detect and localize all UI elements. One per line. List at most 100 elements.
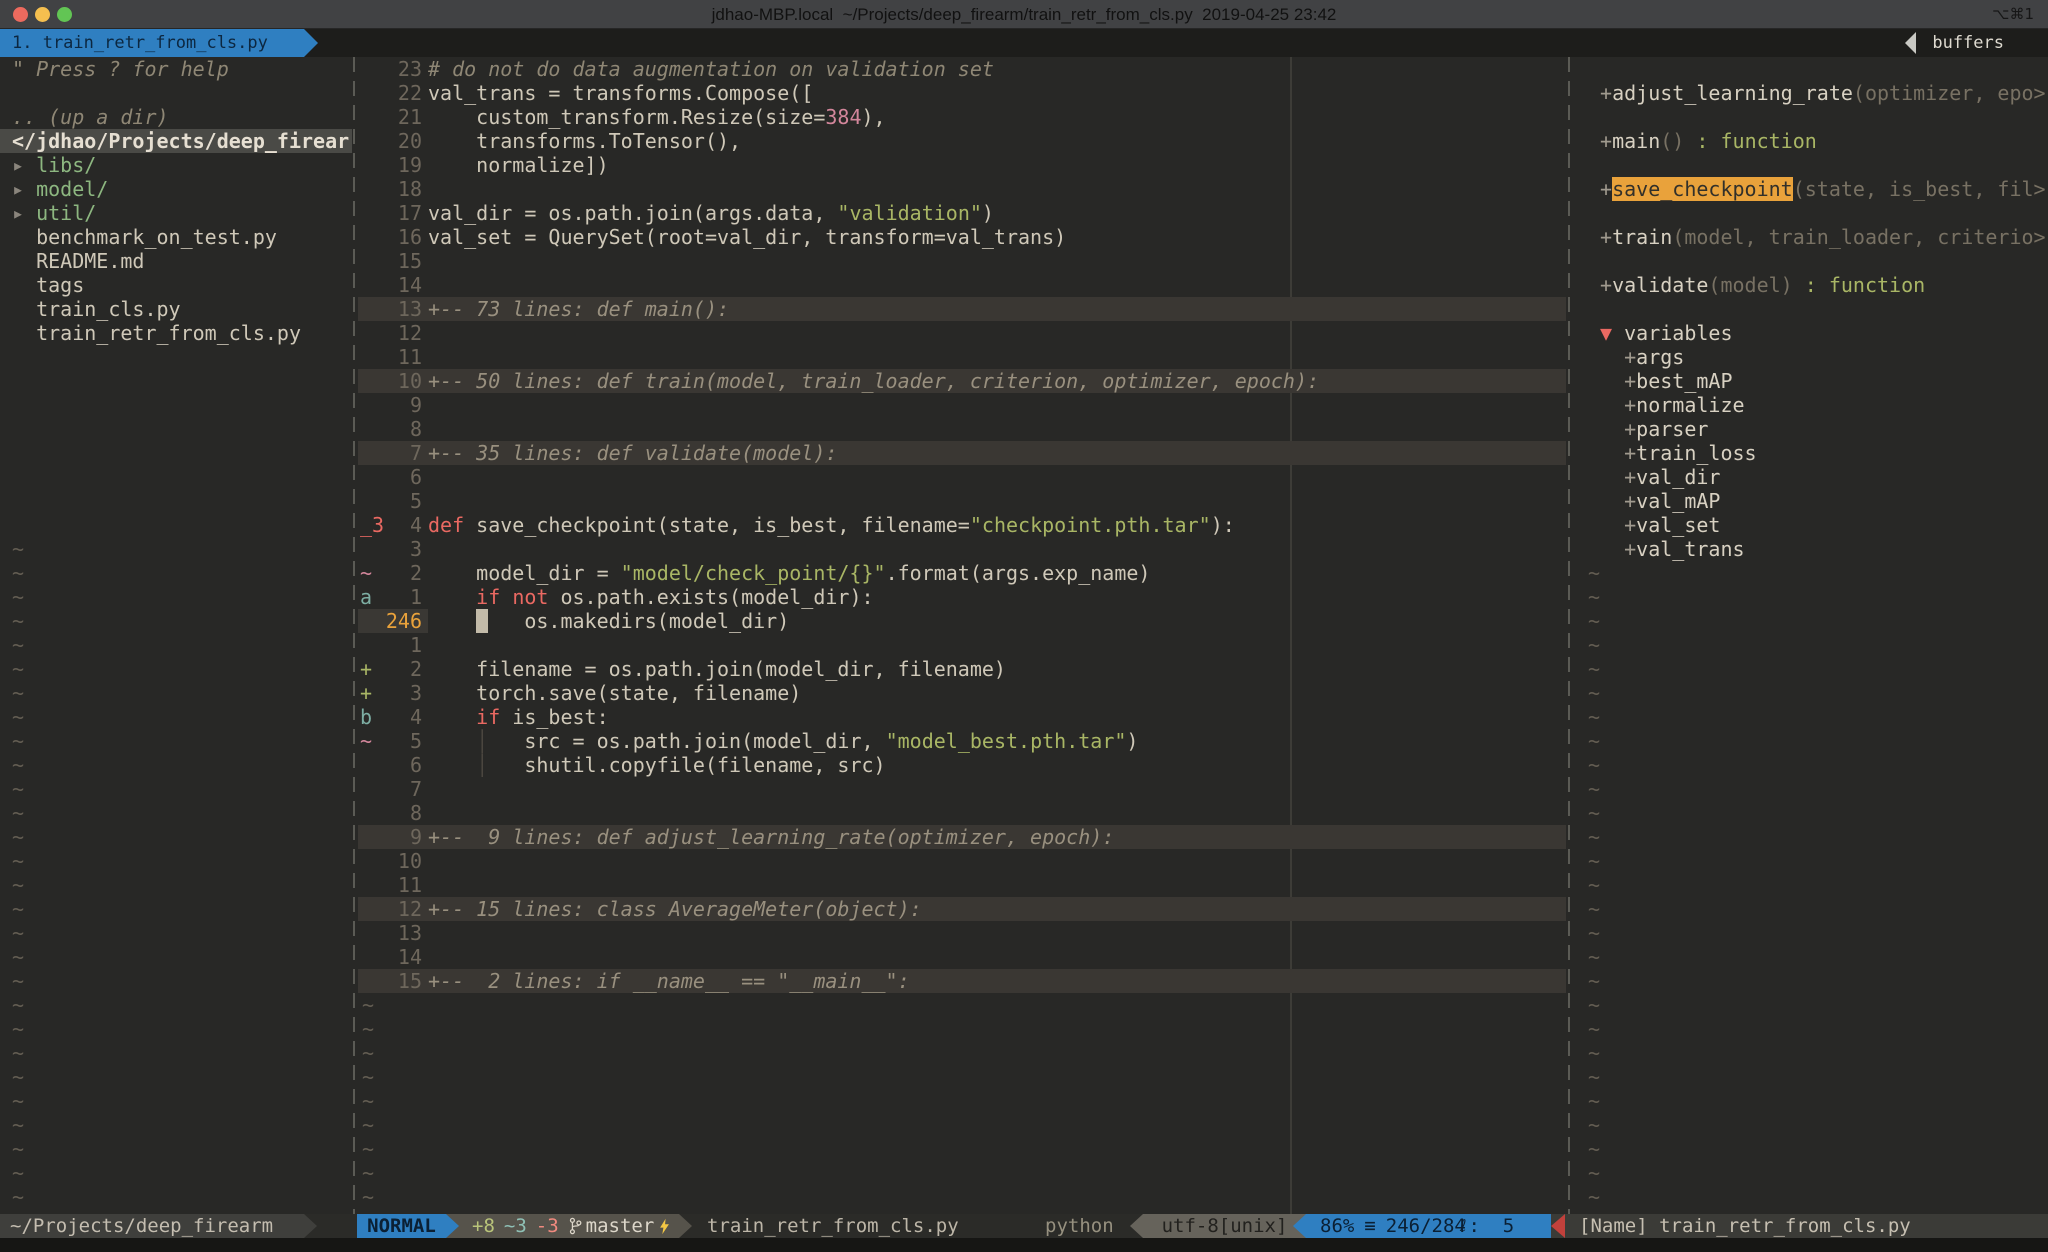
tag-item[interactable]: ▼ variables bbox=[1572, 321, 2048, 345]
empty-line-tilde: ~ bbox=[1572, 1017, 2048, 1041]
code-line[interactable]: 21 custom_transform.Resize(size=384), bbox=[358, 105, 1566, 129]
tag-item[interactable]: +main() : function bbox=[1572, 129, 2048, 153]
tag-item[interactable]: +val_mAP bbox=[1572, 489, 2048, 513]
tag-item[interactable]: +validate(model) : function bbox=[1572, 273, 2048, 297]
code-line[interactable]: 246 os.makedirs(model_dir) bbox=[358, 609, 1566, 633]
empty-line-tilde: ~ bbox=[358, 1137, 1566, 1161]
tree-item[interactable]: README.md bbox=[0, 249, 352, 273]
empty-line-tilde: ~ bbox=[0, 1089, 352, 1113]
empty-line-tilde: ~ bbox=[0, 705, 352, 729]
code-line[interactable]: 7+-- 35 lines: def validate(model): bbox=[358, 441, 1566, 465]
code-line[interactable]: 9 bbox=[358, 393, 1566, 417]
code-line[interactable]: 5 bbox=[358, 489, 1566, 513]
code-line[interactable]: b4 if is_best: bbox=[358, 705, 1566, 729]
tree-item[interactable]: train_retr_from_cls.py bbox=[0, 321, 352, 345]
code-line[interactable]: 14 bbox=[358, 273, 1566, 297]
code-line[interactable]: 14 bbox=[358, 945, 1566, 969]
code-line[interactable]: 13 bbox=[358, 921, 1566, 945]
tag-item[interactable]: +val_trans bbox=[1572, 537, 2048, 561]
code-line[interactable]: 13+-- 73 lines: def main(): bbox=[358, 297, 1566, 321]
line-text: +adjust_learning_rate(optimizer, epo> bbox=[1588, 81, 2046, 105]
line-number: 4 bbox=[380, 705, 422, 729]
empty-line-tilde: ~ bbox=[0, 777, 352, 801]
code-line[interactable]: 16val_set = QuerySet(root=val_dir, trans… bbox=[358, 225, 1566, 249]
code-line[interactable]: 22val_trans = transforms.Compose([ bbox=[358, 81, 1566, 105]
tag-item[interactable]: +train_loss bbox=[1572, 441, 2048, 465]
code-line[interactable]: 15 bbox=[358, 249, 1566, 273]
code-line[interactable]: _34def save_checkpoint(state, is_best, f… bbox=[358, 513, 1566, 537]
code-line[interactable]: 11 bbox=[358, 345, 1566, 369]
code-line[interactable]: 8 bbox=[358, 801, 1566, 825]
line-number: 9 bbox=[380, 825, 422, 849]
tag-item[interactable]: +adjust_learning_rate(optimizer, epo> bbox=[1572, 81, 2048, 105]
line-text: ▸ libs/ bbox=[12, 153, 96, 177]
code-line[interactable]: 23# do not do data augmentation on valid… bbox=[358, 57, 1566, 81]
line-number-icon: ℓ bbox=[1460, 1214, 1467, 1238]
empty-line-tilde: ~ bbox=[0, 849, 352, 873]
code-line[interactable]: 3 bbox=[358, 537, 1566, 561]
statusline-position: 86% ≡ 246/284 ℓ : 5 bbox=[1306, 1214, 1551, 1238]
window-separator[interactable] bbox=[353, 57, 355, 1214]
tag-item[interactable]: +args bbox=[1572, 345, 2048, 369]
code-line[interactable]: +3 torch.save(state, filename) bbox=[358, 681, 1566, 705]
tree-item[interactable]: </jdhao/Projects/deep_firear bbox=[0, 129, 352, 153]
code-line[interactable]: 20 transforms.ToTensor(), bbox=[358, 129, 1566, 153]
mode-text: NORMAL bbox=[367, 1215, 436, 1237]
nerdtree-panel: " Press ? for help .. (up a dir)</jdhao/P… bbox=[0, 57, 352, 1214]
empty-line-tilde: ~ bbox=[0, 1065, 352, 1089]
empty-line-tilde: ~ bbox=[1572, 1113, 2048, 1137]
line-number: 8 bbox=[380, 801, 422, 825]
code-line[interactable]: 18 bbox=[358, 177, 1566, 201]
tree-item[interactable]: " Press ? for help bbox=[0, 57, 352, 81]
code-line[interactable]: 10 bbox=[358, 849, 1566, 873]
line-number: 17 bbox=[380, 201, 422, 225]
code-line[interactable]: +2 filename = os.path.join(model_dir, fi… bbox=[358, 657, 1566, 681]
code-line[interactable]: 17val_dir = os.path.join(args.data, "val… bbox=[358, 201, 1566, 225]
code-line[interactable]: 8 bbox=[358, 417, 1566, 441]
lightning-icon bbox=[659, 1218, 670, 1235]
tag-item[interactable]: +best_mAP bbox=[1572, 369, 2048, 393]
tree-item[interactable]: tags bbox=[0, 273, 352, 297]
window-separator[interactable] bbox=[1568, 57, 1570, 1214]
powerline-separator-icon bbox=[1293, 1214, 1306, 1238]
tree-item[interactable]: ▸ libs/ bbox=[0, 153, 352, 177]
tabline: 1. train_retr_from_cls.py buffers bbox=[0, 29, 2048, 57]
line-text: +save_checkpoint(state, is_best, fil> bbox=[1588, 177, 2046, 201]
code-line[interactable]: 15+-- 2 lines: if __name__ == "__main__"… bbox=[358, 969, 1566, 993]
tag-item[interactable]: +val_set bbox=[1572, 513, 2048, 537]
code-line[interactable]: 10+-- 50 lines: def train(model, train_l… bbox=[358, 369, 1566, 393]
tag-item[interactable]: +parser bbox=[1572, 417, 2048, 441]
tag-item[interactable]: +normalize bbox=[1572, 393, 2048, 417]
tag-item[interactable]: +train(model, train_loader, criterio> bbox=[1572, 225, 2048, 249]
code-line[interactable]: 12+-- 15 lines: class AverageMeter(objec… bbox=[358, 897, 1566, 921]
code-line[interactable]: 6 bbox=[358, 465, 1566, 489]
tree-item[interactable]: ▸ model/ bbox=[0, 177, 352, 201]
code-line[interactable]: ~2 model_dir = "model/check_point/{}".fo… bbox=[358, 561, 1566, 585]
line-number: 12 bbox=[380, 897, 422, 921]
code-line[interactable]: ~5 │ src = os.path.join(model_dir, "mode… bbox=[358, 729, 1566, 753]
empty-line-tilde: ~ bbox=[1572, 1041, 2048, 1065]
line-number: 10 bbox=[380, 849, 422, 873]
tree-item[interactable]: .. (up a dir) bbox=[0, 105, 352, 129]
code-line[interactable]: a1 if not os.path.exists(model_dir): bbox=[358, 585, 1566, 609]
code-line[interactable]: 11 bbox=[358, 873, 1566, 897]
code-line[interactable]: 6 │ shutil.copyfile(filename, src) bbox=[358, 753, 1566, 777]
line-number: 18 bbox=[380, 177, 422, 201]
tag-item[interactable]: +val_dir bbox=[1572, 465, 2048, 489]
line-number: 5 bbox=[380, 489, 422, 513]
empty-line-tilde: ~ bbox=[358, 1065, 1566, 1089]
statusline-filetype: python bbox=[1045, 1214, 1114, 1238]
code-line[interactable]: 19 normalize]) bbox=[358, 153, 1566, 177]
tree-item[interactable]: ▸ util/ bbox=[0, 201, 352, 225]
code-line[interactable]: 1 bbox=[358, 633, 1566, 657]
code-editor: 23# do not do data augmentation on valid… bbox=[358, 57, 1566, 1214]
empty-line-tilde: ~ bbox=[358, 1041, 1566, 1065]
tag-item[interactable]: +save_checkpoint(state, is_best, fil> bbox=[1572, 177, 2048, 201]
code-line[interactable]: 7 bbox=[358, 777, 1566, 801]
tree-item[interactable]: train_cls.py bbox=[0, 297, 352, 321]
tab-current[interactable]: 1. train_retr_from_cls.py bbox=[0, 29, 304, 57]
tree-item[interactable]: benchmark_on_test.py bbox=[0, 225, 352, 249]
code-line[interactable]: 9+-- 9 lines: def adjust_learning_rate(o… bbox=[358, 825, 1566, 849]
code-line[interactable]: 12 bbox=[358, 321, 1566, 345]
empty-line-tilde: ~ bbox=[0, 801, 352, 825]
